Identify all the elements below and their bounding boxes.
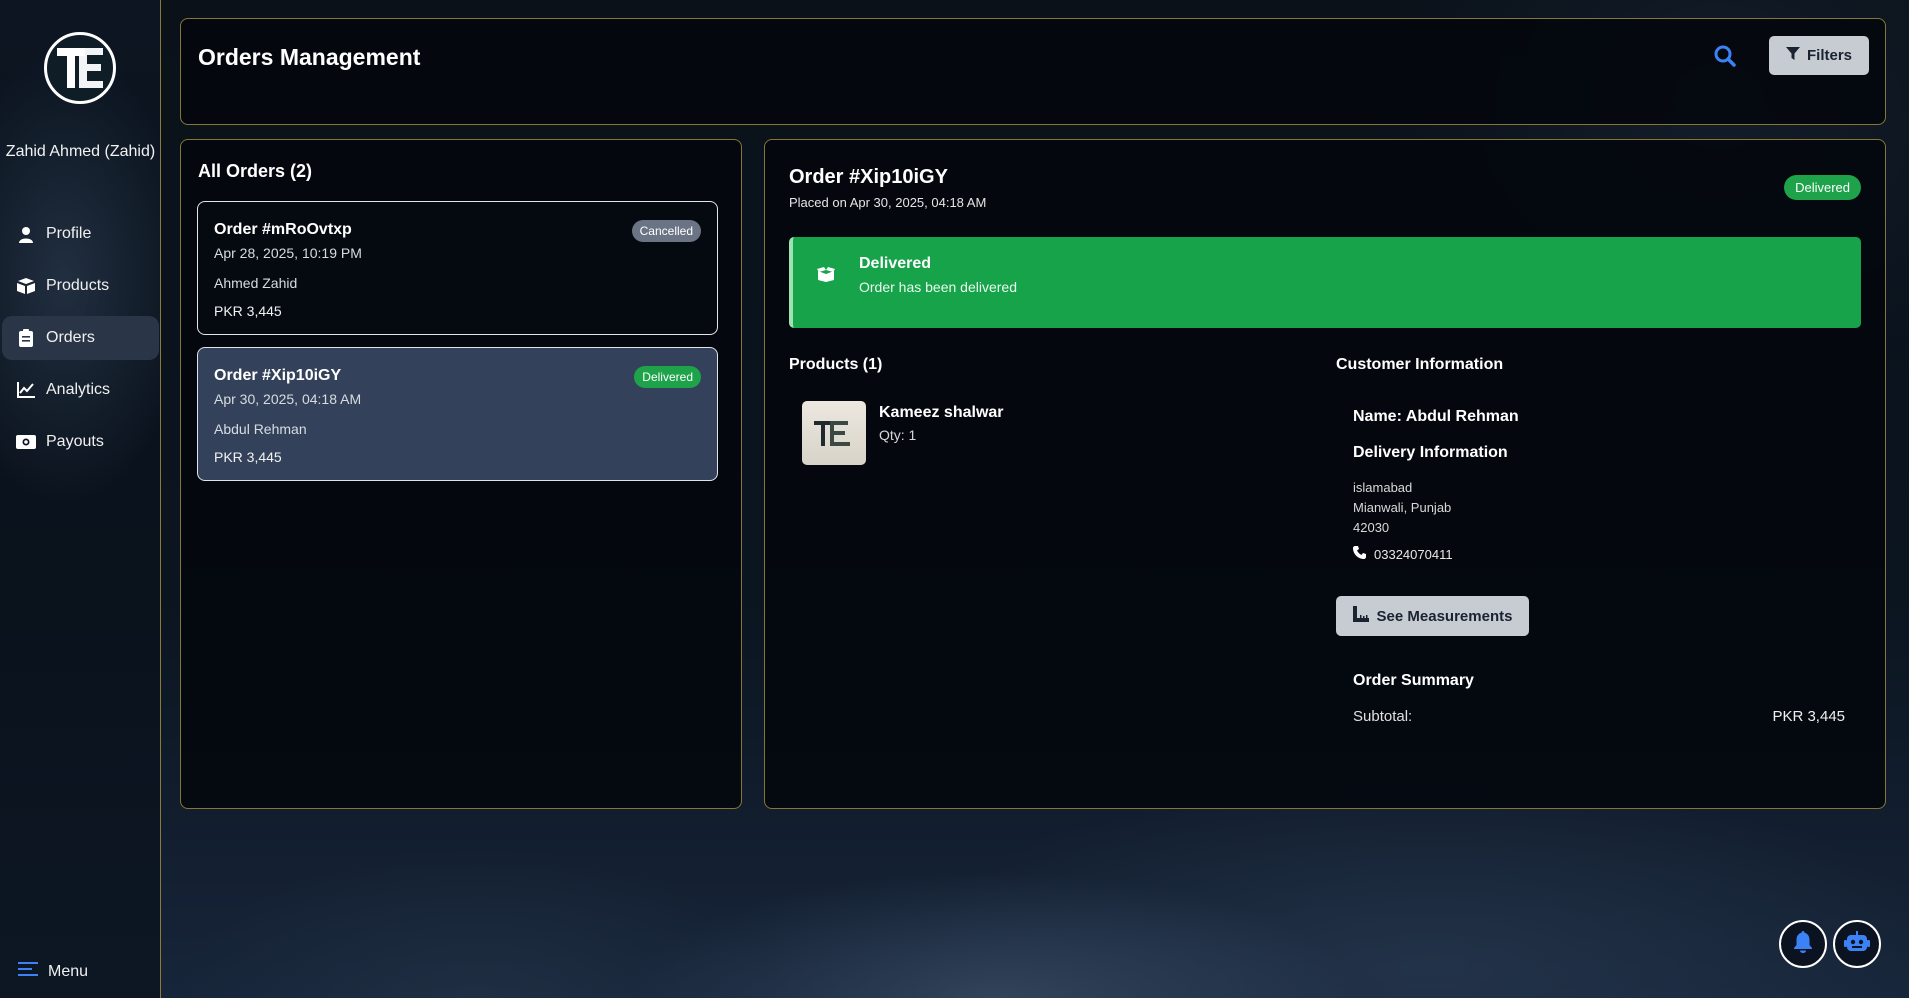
menu-icon xyxy=(18,962,38,981)
sidebar: Zahid Ahmed (Zahid) Profile Products Ord… xyxy=(0,0,161,998)
order-detail-panel: Order #Xip10iGY Placed on Apr 30, 2025, … xyxy=(764,139,1886,809)
filters-button[interactable]: Filters xyxy=(1769,36,1869,75)
order-customer: Ahmed Zahid xyxy=(214,275,298,291)
sidebar-item-label: Payouts xyxy=(46,433,104,450)
product-qty: Qty: 1 xyxy=(879,427,917,443)
search-icon[interactable] xyxy=(1713,44,1737,68)
box-open-icon xyxy=(817,267,835,287)
products-title: Products (1) xyxy=(789,356,883,373)
address-line: 42030 xyxy=(1353,520,1390,535)
sidebar-item-profile[interactable]: Profile xyxy=(2,212,159,256)
product-thumbnail xyxy=(802,401,866,465)
order-date: Apr 30, 2025, 04:18 AM xyxy=(214,391,362,407)
clipboard-icon xyxy=(16,329,36,347)
order-detail-title: Order #Xip10iGY xyxy=(789,166,948,188)
order-placed-date: Placed on Apr 30, 2025, 04:18 AM xyxy=(789,195,987,210)
chart-line-icon xyxy=(16,381,36,399)
chatbot-button[interactable] xyxy=(1833,920,1881,968)
bell-icon xyxy=(1793,930,1813,958)
see-measurements-button[interactable]: See Measurements xyxy=(1336,596,1529,636)
menu-label: Menu xyxy=(48,962,89,980)
sidebar-item-label: Orders xyxy=(46,329,95,346)
sidebar-item-orders[interactable]: Orders xyxy=(2,316,159,360)
sidebar-item-products[interactable]: Products xyxy=(2,264,159,308)
order-card[interactable]: Order #mRoOvtxp Apr 28, 2025, 10:19 PM A… xyxy=(197,201,718,335)
product-name: Kameez shalwar xyxy=(879,404,1004,421)
customer-name: Name: Abdul Rehman xyxy=(1353,408,1519,425)
sidebar-nav: Profile Products Orders Analytics Payout… xyxy=(0,212,161,472)
page-header: Orders Management Filters xyxy=(180,18,1886,125)
sidebar-item-payouts[interactable]: Payouts xyxy=(2,420,159,464)
ruler-icon xyxy=(1352,606,1369,626)
status-badge: Delivered xyxy=(1784,175,1861,200)
order-date: Apr 28, 2025, 10:19 PM xyxy=(214,245,362,261)
customer-info-title: Customer Information xyxy=(1336,356,1504,373)
page-title: Orders Management xyxy=(198,44,421,70)
status-banner-description: Order has been delivered xyxy=(859,279,1017,295)
order-price: PKR 3,445 xyxy=(214,449,282,465)
robot-icon xyxy=(1844,930,1870,958)
logo-icon xyxy=(57,48,103,88)
status-banner: Delivered Order has been delivered xyxy=(789,237,1861,328)
filters-label: Filters xyxy=(1806,47,1852,64)
subtotal-value: PKR 3,445 xyxy=(1772,708,1845,725)
money-icon xyxy=(16,433,36,451)
user-name: Zahid Ahmed (Zahid) xyxy=(5,143,156,160)
order-summary-title: Order Summary xyxy=(1353,672,1474,689)
sidebar-item-label: Profile xyxy=(46,225,92,242)
menu-button[interactable]: Menu xyxy=(18,962,88,981)
orders-list-title: All Orders (2) xyxy=(198,161,313,181)
sidebar-item-label: Analytics xyxy=(46,381,111,398)
address-line: islamabad xyxy=(1353,480,1413,495)
order-id: Order #Xip10iGY xyxy=(214,367,342,384)
phone-icon xyxy=(1353,546,1366,562)
address-line: Mianwali, Punjab xyxy=(1353,500,1452,515)
subtotal-label: Subtotal: xyxy=(1353,708,1413,725)
order-customer: Abdul Rehman xyxy=(214,421,307,437)
status-banner-title: Delivered xyxy=(859,255,932,272)
see-measurements-label: See Measurements xyxy=(1376,607,1513,625)
notifications-button[interactable] xyxy=(1779,920,1827,968)
orders-list-panel: All Orders (2) Order #mRoOvtxp Apr 28, 2… xyxy=(180,139,742,809)
sidebar-item-analytics[interactable]: Analytics xyxy=(2,368,159,412)
order-price: PKR 3,445 xyxy=(214,303,282,319)
phone-number: 03324070411 xyxy=(1374,546,1453,562)
product-logo-icon xyxy=(814,421,850,446)
user-icon xyxy=(16,225,36,243)
order-card-selected[interactable]: Order #Xip10iGY Apr 30, 2025, 04:18 AM A… xyxy=(197,347,718,481)
order-id: Order #mRoOvtxp xyxy=(214,221,352,238)
customer-phone: 03324070411 xyxy=(1353,546,1453,562)
status-badge: Cancelled xyxy=(631,220,701,242)
status-badge: Delivered xyxy=(634,366,701,388)
box-icon xyxy=(16,277,36,295)
sidebar-item-label: Products xyxy=(46,277,110,294)
brand-logo[interactable] xyxy=(44,32,116,104)
filter-icon xyxy=(1785,46,1800,65)
delivery-info-title: Delivery Information xyxy=(1353,444,1508,461)
